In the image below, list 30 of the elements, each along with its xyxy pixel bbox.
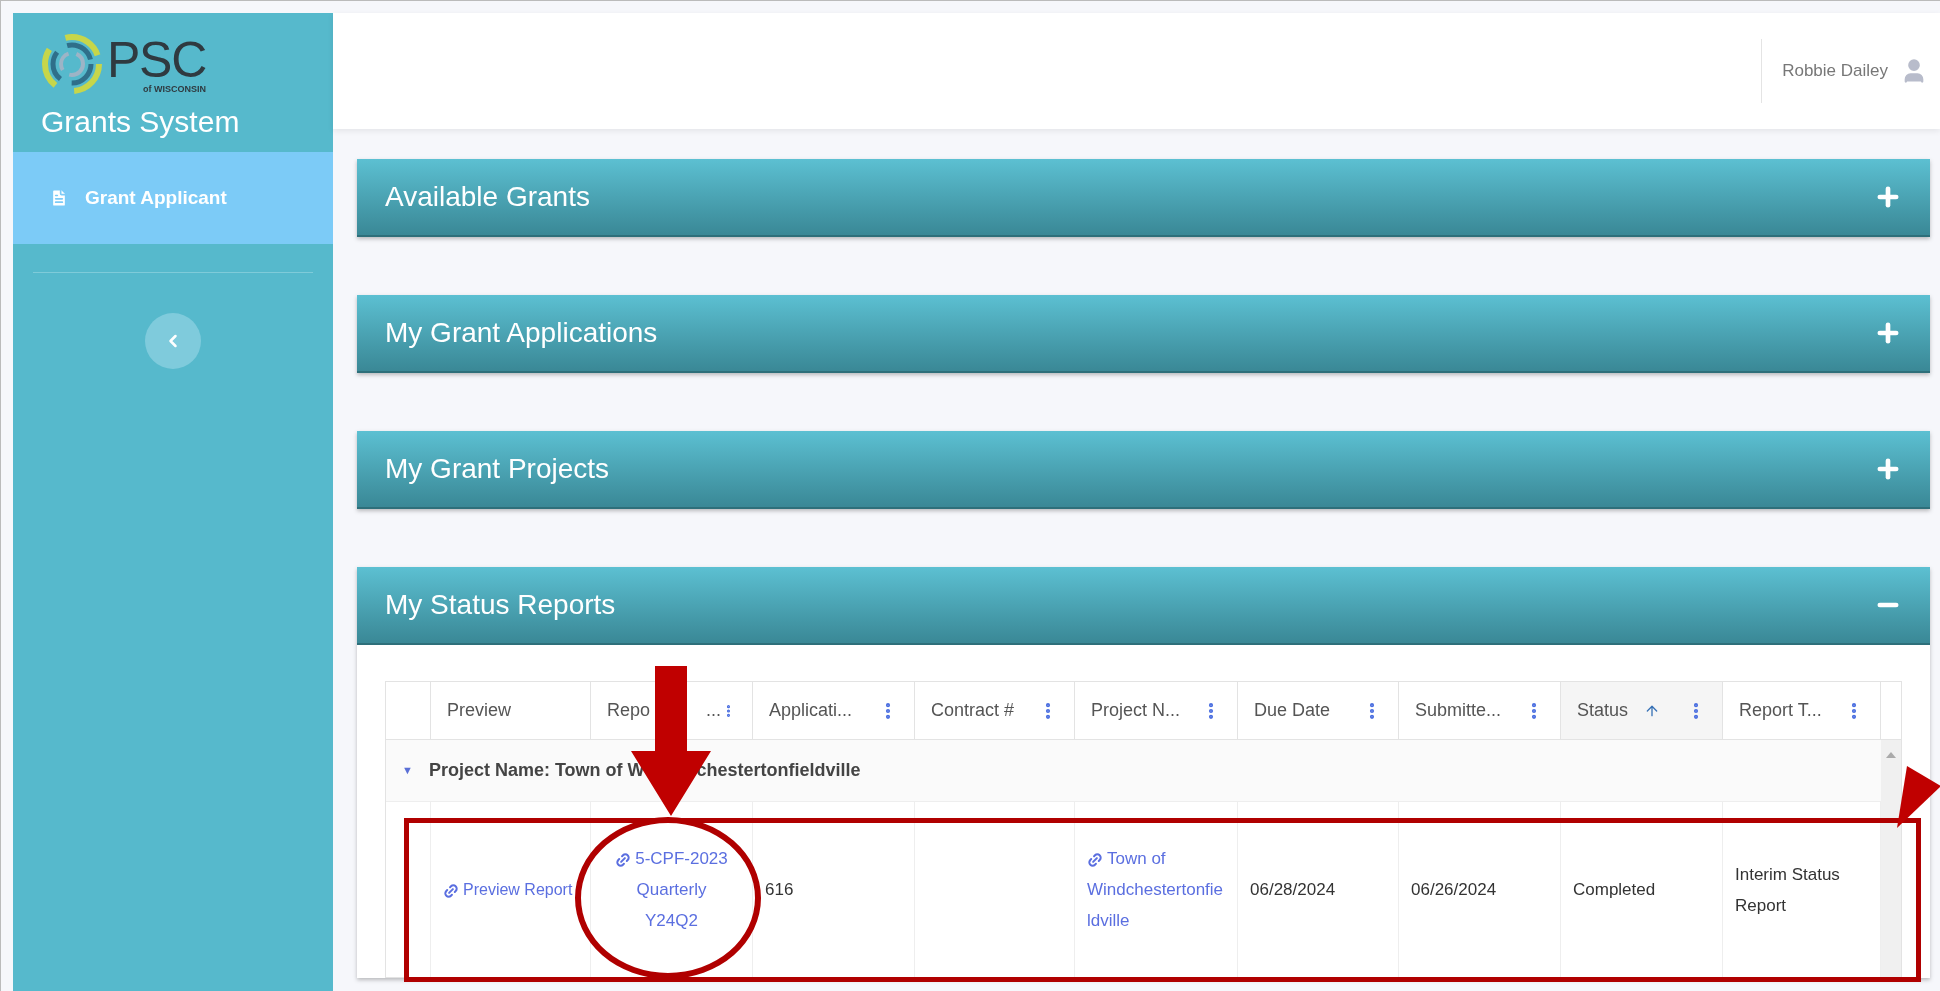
logo-tagline: of WISCONSIN xyxy=(143,84,207,94)
annotation-arrow xyxy=(1897,766,1940,828)
table-link[interactable]: Town of Windchestertonfieldville xyxy=(1087,843,1225,936)
group-toggle[interactable]: ▼ xyxy=(402,762,413,779)
column-header[interactable]: Preview xyxy=(431,682,591,739)
column-header[interactable]: Project N... xyxy=(1075,682,1238,739)
table-cell-text: 06/26/2024 xyxy=(1411,879,1497,901)
column-label: Repo xyxy=(607,699,651,722)
panel-title: My Grant Projects xyxy=(385,452,610,486)
panel-title: My Status Reports xyxy=(385,588,616,622)
column-header[interactable]: Report T... xyxy=(1723,682,1881,739)
table-cell-text: 06/28/2024 xyxy=(1250,879,1336,901)
column-header[interactable]: Contract # xyxy=(915,682,1075,739)
panel-title: My Grant Applications xyxy=(385,316,658,350)
table-link[interactable]: Preview Report xyxy=(443,874,573,905)
table-cell-text: Completed xyxy=(1573,879,1656,901)
user-name[interactable]: Robbie Dailey xyxy=(1782,58,1888,84)
group-label: chestertonfieldville xyxy=(696,759,861,782)
logo-wordmark: PSC xyxy=(107,34,207,85)
table-cell-text: Interim Status Report xyxy=(1735,863,1841,917)
app-title: Grants System xyxy=(41,104,241,140)
column-header[interactable]: Applicati... xyxy=(753,682,915,739)
table-cell-text: 616 xyxy=(765,879,794,901)
column-header[interactable]: Due Date xyxy=(1238,682,1399,739)
column-header[interactable]: Status xyxy=(1561,682,1723,739)
column-label: ... xyxy=(706,699,722,722)
table-link[interactable]: 5-CPF-2023 Quarterly Y24Q2 xyxy=(614,843,729,936)
scrollbar[interactable] xyxy=(1881,740,1901,977)
swirl-logo-icon xyxy=(41,33,103,95)
panel-title: Available Grants xyxy=(385,180,590,214)
